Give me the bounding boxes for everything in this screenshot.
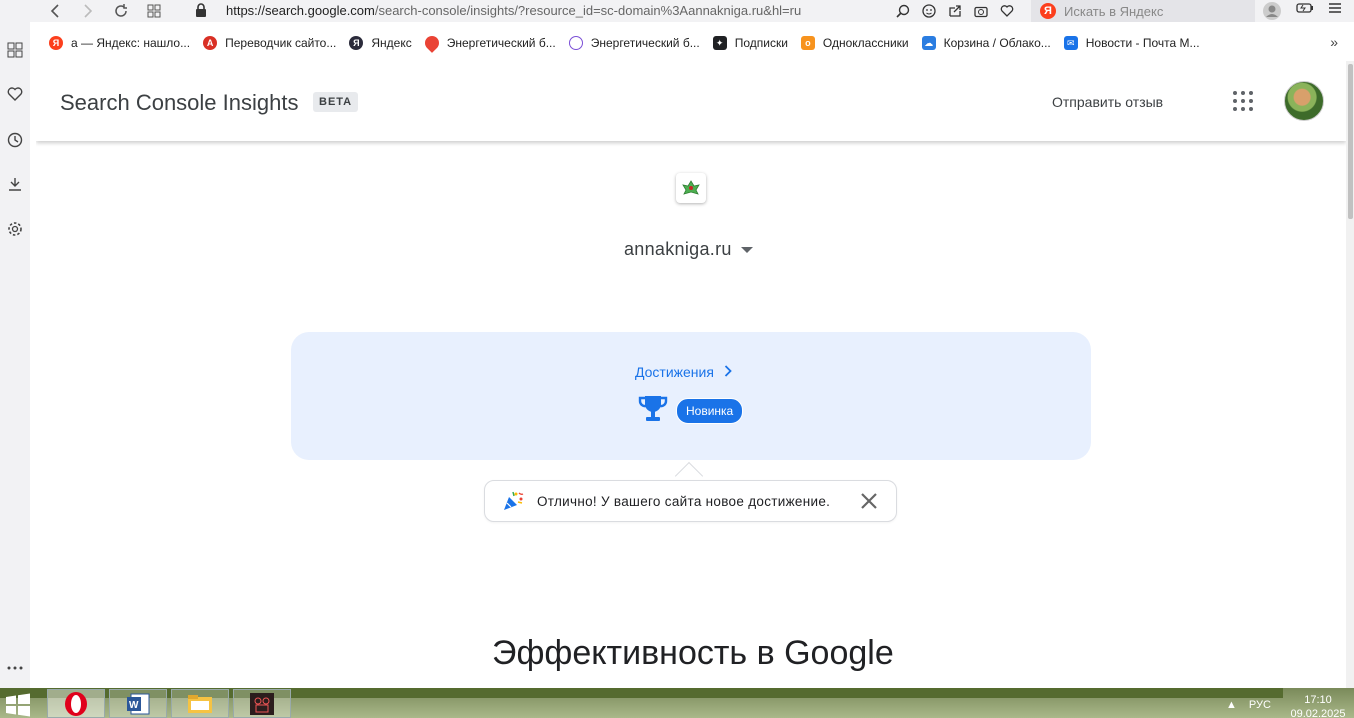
chevron-right-icon <box>724 364 732 380</box>
more-options-icon[interactable] <box>5 658 25 678</box>
mail-icon: ✉ <box>1063 36 1078 50</box>
forward-icon[interactable] <box>77 0 99 22</box>
cloud-icon: ☁ <box>921 36 936 50</box>
google-apps-icon[interactable] <box>1233 91 1253 111</box>
party-popper-icon <box>501 489 525 513</box>
emoji-icon[interactable] <box>919 1 939 21</box>
heart-icon[interactable] <box>997 1 1017 21</box>
lock-icon <box>195 3 207 22</box>
share-icon[interactable] <box>945 1 965 21</box>
bookmark-item[interactable]: Энергетический б... <box>568 36 700 50</box>
zoom-icon[interactable] <box>893 1 913 21</box>
yandex-icon: Я <box>49 36 63 50</box>
history-icon[interactable] <box>5 130 25 150</box>
downloads-icon[interactable] <box>5 174 25 194</box>
yandex-icon: Я <box>349 36 364 50</box>
camera-icon[interactable] <box>971 1 991 21</box>
bookmark-label: Корзина / Облако... <box>943 36 1051 50</box>
translator-icon: A <box>203 36 218 50</box>
taskbar-video-editor-icon[interactable] <box>233 689 291 718</box>
bookmark-item[interactable]: Яа — Яндекс: нашло... <box>49 36 190 50</box>
language-indicator[interactable]: РУС <box>1249 699 1271 711</box>
achievements-link[interactable]: Достижения <box>635 364 732 380</box>
menu-icon[interactable] <box>1328 1 1342 26</box>
achievements-label: Достижения <box>635 364 714 380</box>
section-title: Эффективность в Google <box>492 634 894 672</box>
back-icon[interactable] <box>44 0 66 22</box>
bookmark-item[interactable]: о Одноклассники <box>800 36 909 50</box>
page-content: Search Console Insights BETA Отправить о… <box>36 61 1346 688</box>
svg-text:W: W <box>129 700 139 711</box>
search-placeholder: Искать в Яндекс <box>1064 3 1164 19</box>
reload-icon[interactable] <box>110 0 132 22</box>
bookmark-item[interactable]: A Переводчик сайто... <box>203 36 336 50</box>
ok-icon: о <box>800 36 815 50</box>
achievement-toast: Отлично! У вашего сайта новое достижение… <box>484 480 897 522</box>
tray-expand-icon[interactable]: ▲ <box>1226 699 1237 711</box>
avatar[interactable] <box>1284 81 1324 121</box>
app-title: Search Console Insights <box>60 90 299 115</box>
bookmarks-overflow-icon[interactable]: » <box>1330 34 1338 50</box>
bookmark-label: Новости - Почта М... <box>1085 36 1200 50</box>
scrollbar-thumb[interactable] <box>1348 64 1353 219</box>
bookmark-item[interactable]: ✉ Новости - Почта М... <box>1063 36 1200 50</box>
taskbar-explorer-icon[interactable] <box>171 689 229 718</box>
bookmark-item[interactable]: ☁ Корзина / Облако... <box>921 36 1051 50</box>
bookmark-label: Энергетический б... <box>590 36 700 50</box>
yandex-search-field[interactable]: Я Искать в Яндекс <box>1031 0 1255 22</box>
trophy-icon <box>637 394 669 429</box>
bookmark-item[interactable]: ✦ Подписки <box>712 36 788 50</box>
taskbar-opera-icon[interactable] <box>47 689 105 718</box>
bookmark-label: а — Яндекс: нашло... <box>71 36 191 50</box>
achievements-card: Достижения Новинка <box>291 332 1091 460</box>
taskbar-word-icon[interactable]: W <box>109 689 167 718</box>
settings-gear-icon[interactable] <box>5 219 25 239</box>
browser-sidebar <box>0 22 30 688</box>
close-icon[interactable] <box>860 492 878 510</box>
url-host: https://search.google.com <box>226 3 375 18</box>
bookmark-item[interactable]: Энергетический б... <box>421 33 556 53</box>
send-feedback-button[interactable]: Отправить отзыв <box>1052 94 1163 110</box>
windows-start-icon[interactable] <box>4 693 32 717</box>
speed-dial-icon[interactable] <box>5 40 25 60</box>
app-header: Search Console Insights BETA Отправить о… <box>36 61 1346 141</box>
bookmark-label: Энергетический б... <box>446 36 556 50</box>
plus-icon: ✦ <box>712 36 727 50</box>
bookmarks-bar: Яа — Яндекс: нашло... A Переводчик сайто.… <box>36 30 1354 56</box>
site-favicon-icon <box>676 173 706 203</box>
bookmark-label: Подписки <box>734 36 788 50</box>
chevron-down-icon[interactable] <box>741 247 753 253</box>
url-field[interactable]: https://search.google.com/search-console… <box>226 3 801 18</box>
url-path: /search-console/insights/?resource_id=sc… <box>374 3 802 18</box>
bookmark-label: Переводчик сайто... <box>225 36 337 50</box>
battery-icon[interactable] <box>1296 1 1314 26</box>
new-badge: Новинка <box>676 398 744 424</box>
beta-badge: BETA <box>313 92 359 112</box>
profile-icon[interactable] <box>1262 1 1282 26</box>
bookmarks-heart-icon[interactable] <box>5 84 25 104</box>
globe-icon <box>568 36 583 50</box>
clock-time: 17:10 <box>1304 694 1332 706</box>
bookmark-item[interactable]: Я Яндекс <box>349 36 412 50</box>
toast-message: Отлично! У вашего сайта новое достижение… <box>537 493 831 509</box>
clock-date: 09.02.2025 <box>1290 708 1346 718</box>
bookmark-label: Одноклассники <box>822 36 909 50</box>
tabs-grid-icon[interactable] <box>143 0 165 22</box>
bookmark-label: Яндекс <box>371 36 412 50</box>
property-selector[interactable]: annakniga.ru <box>624 239 732 260</box>
yandex-logo-icon: Я <box>1040 3 1056 19</box>
map-pin-icon <box>421 33 442 53</box>
taskbar-clock[interactable]: 17:10 09.02.2025 <box>1288 693 1348 718</box>
address-bar: https://search.google.com/search-console… <box>0 0 1354 22</box>
